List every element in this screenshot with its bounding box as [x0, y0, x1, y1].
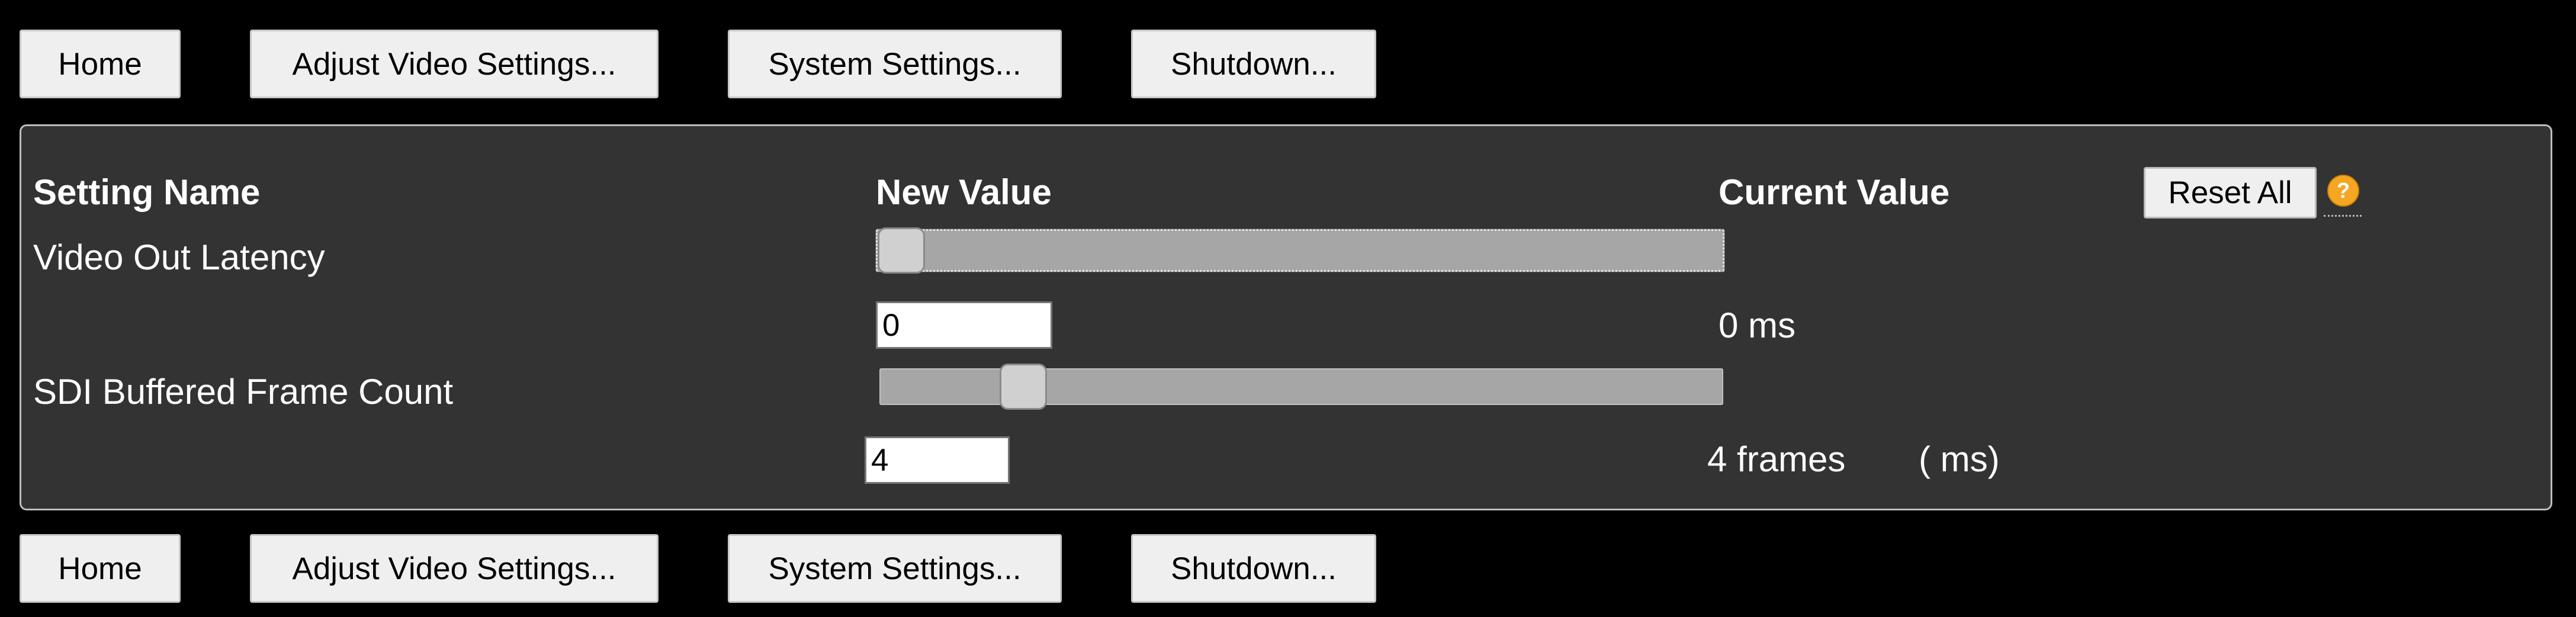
- system-settings-button[interactable]: System Settings...: [728, 30, 1062, 98]
- sdi-buffered-frame-count-current-value: 4 frames: [1707, 439, 1846, 479]
- home-button[interactable]: Home: [20, 534, 181, 603]
- question-circle-icon[interactable]: ?: [2327, 174, 2360, 207]
- adjust-video-settings-button[interactable]: Adjust Video Settings...: [250, 534, 659, 603]
- setting-name-header: Setting Name: [33, 172, 261, 212]
- reset-all-button[interactable]: Reset All: [2144, 167, 2317, 218]
- settings-panel: Setting Name New Value Current Value Res…: [20, 124, 2552, 510]
- system-settings-button[interactable]: System Settings...: [728, 534, 1062, 603]
- video-out-latency-slider-thumb[interactable]: [878, 227, 925, 274]
- home-button[interactable]: Home: [20, 30, 181, 98]
- sdi-buffered-frame-count-input[interactable]: [865, 436, 1010, 484]
- video-out-latency-label: Video Out Latency: [33, 237, 325, 277]
- sdi-buffered-frame-count-label: SDI Buffered Frame Count: [33, 372, 454, 412]
- new-value-header: New Value: [876, 172, 1052, 212]
- help-underline: [2324, 215, 2362, 217]
- current-value-header: Current Value: [1719, 172, 1950, 212]
- video-out-latency-slider[interactable]: [875, 227, 1725, 274]
- shutdown-button[interactable]: Shutdown...: [1131, 534, 1376, 603]
- sdi-buffered-frame-count-slider[interactable]: [879, 364, 1723, 410]
- shutdown-button[interactable]: Shutdown...: [1131, 30, 1376, 98]
- video-out-latency-input[interactable]: [876, 301, 1052, 349]
- video-out-latency-current-value: 0 ms: [1719, 306, 1796, 345]
- sdi-buffered-frame-count-ms-value: ( ms): [1919, 439, 2000, 479]
- adjust-video-settings-button[interactable]: Adjust Video Settings...: [250, 30, 659, 98]
- svg-text:?: ?: [2337, 178, 2350, 203]
- sdi-buffered-frame-count-slider-thumb[interactable]: [1000, 364, 1048, 410]
